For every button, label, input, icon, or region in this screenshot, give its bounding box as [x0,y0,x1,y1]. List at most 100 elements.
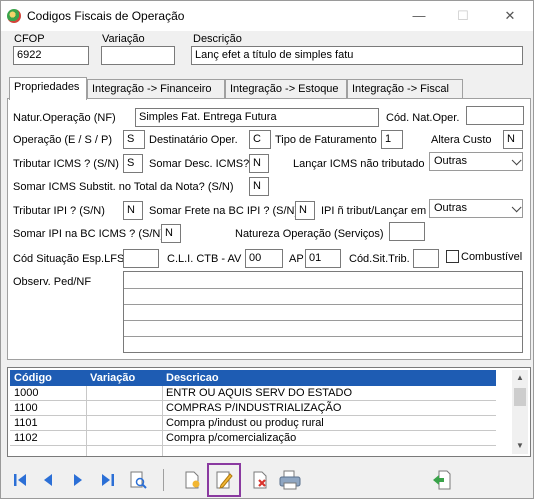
main-window: Codigos Fiscais de Operação — ☐ ✕ CFOP 6… [0,0,534,499]
next-record-button[interactable] [65,467,91,493]
print-button[interactable] [277,467,303,493]
memo-line [124,288,522,289]
memo-line [124,320,522,321]
scroll-down-icon[interactable]: ▼ [512,438,528,454]
variacao-label: Variação [102,33,145,45]
cli-ctb-label: C.L.I. CTB - AV [167,253,242,265]
tab-fiscal[interactable]: Integração -> Fiscal [347,79,463,99]
operacao-field[interactable]: S [123,130,145,149]
scroll-up-icon[interactable]: ▲ [512,370,528,386]
first-record-button[interactable] [7,467,33,493]
tipo-fat-label: Tipo de Faturamento [275,134,377,146]
column-header-descricao[interactable]: Descricao [166,372,219,384]
somar-ipi-field[interactable]: N [161,224,181,243]
search-document-icon [130,471,147,489]
previous-icon [44,474,52,486]
next-icon [74,474,82,486]
lancar-icms-value: Outras [434,155,468,167]
search-record-button[interactable] [125,467,151,493]
last-record-button[interactable] [95,467,121,493]
cell-descricao: Compra p/indust ou produç rural [166,417,324,429]
cfop-grid[interactable]: Código Variação Descricao 1000 ENTR OU A… [7,367,531,457]
cod-sit-trib-label: Cód.Sit.Trib. [349,253,410,265]
somar-icms-st-label: Somar ICMS Substit. no Total da Nota? (S… [13,181,234,193]
column-header-codigo[interactable]: Código [14,372,52,384]
ap-field[interactable]: 01 [305,249,341,268]
minimize-button[interactable]: — [405,5,433,27]
somar-frete-label: Somar Frete na BC IPI ? (S/N) [149,205,299,217]
somar-frete-field[interactable]: N [295,201,315,220]
chevron-down-icon [511,155,522,166]
somar-desc-field[interactable]: N [249,154,269,173]
destinatario-label: Destinatário Oper. [149,134,238,146]
cod-situacao-field[interactable] [123,249,159,268]
ipi-nao-trib-label: IPI ñ tribut/Lançar em [321,205,427,217]
table-row[interactable]: 1000 ENTR OU AQUIS SERV DO ESTADO [10,386,496,401]
chevron-down-icon [511,202,522,213]
column-divider [162,386,163,456]
navigation-toolbar [1,461,533,499]
tributar-ipi-field[interactable]: N [123,201,143,220]
natur-field[interactable]: Simples Fat. Entrega Futura [135,108,379,127]
exit-button[interactable] [429,467,455,493]
app-icon [7,9,21,23]
edit-pencil-icon [216,471,233,489]
tab-financeiro[interactable]: Integração -> Financeiro [87,79,225,99]
cod-situacao-label: Cód Situação Esp.LFS [13,253,125,265]
ipi-nao-trib-select[interactable]: Outras [429,199,523,218]
edit-record-button[interactable] [207,463,241,497]
vertical-scrollbar[interactable]: ▲ ▼ [512,370,528,454]
new-document-icon [185,471,200,489]
descricao-field[interactable]: Lanç efet a título de simples fatu [191,46,523,65]
last-icon [102,474,114,486]
grid-header: Código Variação Descricao [10,370,496,386]
new-record-button[interactable] [179,467,205,493]
ipi-nao-trib-value: Outras [434,202,468,214]
exit-icon [433,470,451,490]
cod-nat-field[interactable] [466,106,524,125]
tributar-ipi-label: Tributar IPI ? (S/N) [13,205,105,217]
first-icon [14,474,26,486]
observ-memo[interactable] [123,271,523,353]
cli-ctb-field[interactable]: 00 [245,249,283,268]
ap-label: AP [289,253,304,265]
cod-nat-label: Cód. Nat.Oper. [386,112,460,124]
descricao-label: Descrição [193,33,242,45]
close-button[interactable]: ✕ [496,5,524,27]
cell-descricao: ENTR OU AQUIS SERV DO ESTADO [166,387,353,399]
cell-descricao: COMPRAS P/INDUSTRIALIZAÇÃO [166,402,342,414]
cell-codigo: 1100 [14,402,38,414]
tab-estoque[interactable]: Integração -> Estoque [225,79,347,99]
column-header-variacao[interactable]: Variação [90,372,135,384]
combustivel-checkbox[interactable] [446,250,459,263]
cell-descricao: Compra p/comercialização [166,432,297,444]
cfop-field[interactable]: 6922 [13,46,89,65]
memo-line [124,304,522,305]
previous-record-button[interactable] [35,467,61,493]
delete-record-button[interactable] [247,467,273,493]
table-row[interactable]: 1100 COMPRAS P/INDUSTRIALIZAÇÃO [10,401,496,416]
natur-label: Natur.Operação (NF) [13,112,116,124]
tipo-fat-field[interactable]: 1 [381,130,403,149]
cod-sit-trib-field[interactable] [413,249,439,268]
altera-custo-field[interactable]: N [503,130,523,149]
delete-icon [253,471,267,489]
variacao-field[interactable] [101,46,175,65]
tributar-icms-label: Tributar ICMS ? (S/N) [13,158,119,170]
somar-icms-st-field[interactable]: N [249,177,269,196]
tributar-icms-field[interactable]: S [123,154,143,173]
combustivel-label: Combustível [461,251,523,263]
memo-line [124,336,522,337]
natureza-servicos-field[interactable] [389,222,425,241]
printer-icon [279,470,301,490]
table-row[interactable]: 1102 Compra p/comercialização [10,431,496,446]
tab-propriedades[interactable]: Propriedades [9,77,87,100]
cfop-label: CFOP [14,33,45,45]
maximize-button[interactable]: ☐ [449,5,477,27]
table-row[interactable]: 1101 Compra p/indust ou produç rural [10,416,496,431]
cell-codigo: 1000 [14,387,39,399]
toolbar-separator [163,469,164,491]
destinatario-field[interactable]: C [249,130,271,149]
scroll-thumb[interactable] [514,388,526,406]
lancar-icms-select[interactable]: Outras [429,152,523,171]
